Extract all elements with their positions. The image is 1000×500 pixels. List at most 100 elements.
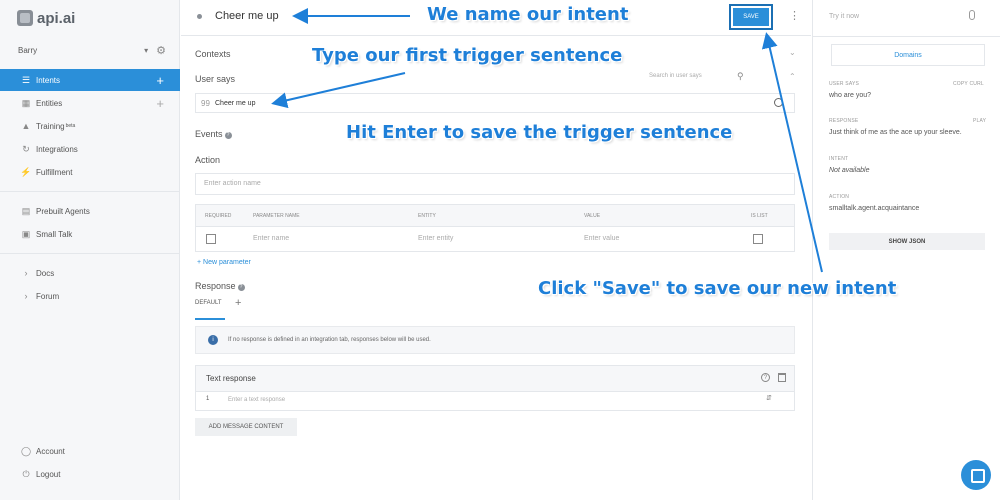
tab-default[interactable]: DEFAULT [195,300,222,306]
reorder-icon[interactable]: ⇵ [766,394,772,402]
account-icon: ◯ [20,445,32,456]
sidebar-item-forum[interactable]: › Forum [0,285,180,307]
intent-editor: Cheer me up SAVE ⋮ Contexts ⌄ User says … [181,0,811,500]
intent-result-label: INTENT [829,156,849,162]
logo-cube-icon [17,10,33,26]
sidebar-item-docs[interactable]: › Docs [0,262,180,284]
help-icon[interactable]: ? [761,373,770,382]
add-message-content-button[interactable]: ADD MESSAGE CONTENT [195,418,297,436]
text-response-title: Text response [206,374,256,383]
sidebar-item-entities[interactable]: ▦ Entities + [0,92,180,114]
prebuilt-icon: ▤ [21,205,31,216]
sidebar: api.ai Barry ▾ ⚙ ☰ Intents + ▦ Entities … [0,0,180,500]
status-dot-icon [197,14,202,19]
tab-underline [195,318,225,320]
logo-text: api.ai [37,9,76,27]
text-response-card: Text response ? 1 Enter a text response … [195,365,795,411]
more-options-icon[interactable]: ⋮ [789,9,800,22]
annotation-save: Click "Save" to save our new intent [538,278,897,299]
sidebar-item-prebuilt-agents[interactable]: ▤ Prebuilt Agents [0,200,180,222]
tab-domains[interactable]: Domains [831,44,985,66]
column-entity: ENTITY [418,213,436,219]
chat-icon: ☰ [21,74,31,85]
response-result: Just think of me as the ace up your slee… [829,129,962,136]
sidebar-item-label: Integrations [36,144,78,154]
sidebar-item-training[interactable]: ▲ Training beta [0,115,180,137]
info-note-text: If no response is defined in an integrat… [228,337,431,343]
text-response-header: Text response ? [196,366,794,392]
gear-icon[interactable]: ⚙ [156,44,166,57]
smalltalk-icon: ▣ [21,228,31,239]
column-parameter-name: PARAMETER NAME [253,213,300,219]
sidebar-item-label: Forum [36,291,60,301]
annotation-trigger: Type our first trigger sentence [312,45,623,66]
sidebar-item-label: Training [36,121,65,131]
microphone-icon[interactable] [969,10,975,20]
try-it-panel: Try it now Domains USER SAYS COPY CURL w… [812,0,1000,500]
column-value: VALUE [584,213,601,219]
entity-input[interactable]: Enter entity [418,235,453,242]
try-it-input[interactable]: Try it now [829,13,859,20]
parameter-name-input[interactable]: Enter name [253,235,289,242]
integrations-icon: ↻ [22,143,30,154]
copy-curl-link[interactable]: COPY CURL [953,81,984,87]
value-input[interactable]: Enter value [584,235,619,242]
annotation-enter: Hit Enter to save the trigger sentence [346,122,733,143]
chevron-down-icon[interactable]: ▾ [144,46,148,55]
info-icon: i [208,335,218,345]
search-user-says-input[interactable]: Search in user says [649,73,702,79]
entities-icon: ▦ [21,97,31,108]
new-parameter-link[interactable]: + New parameter [197,259,251,266]
intent-result: Not available [829,167,870,174]
sidebar-item-label: Entities [36,98,63,108]
agent-name: Barry [18,46,38,55]
sidebar-item-label: Prebuilt Agents [36,206,90,216]
action-result: smalltalk.agent.acquaintance [829,205,920,212]
contexts-label[interactable]: Contexts [195,49,231,59]
agent-selector[interactable]: Barry ▾ ⚙ [18,44,166,57]
action-result-label: ACTION [829,194,850,200]
sidebar-item-logout[interactable]: ⏻ Logout [0,463,180,485]
action-name-input[interactable]: Enter action name [195,173,795,195]
chevron-down-icon[interactable]: ⌄ [789,48,796,57]
save-button[interactable]: SAVE [729,4,773,30]
sidebar-item-integrations[interactable]: ↻ Integrations [0,138,180,160]
sidebar-item-account[interactable]: ◯ Account [0,440,180,462]
phrase-cursor-icon [774,98,783,107]
chat-support-icon[interactable] [961,460,991,490]
show-json-button[interactable]: SHOW JSON [829,233,985,250]
text-response-input[interactable]: Enter a text response [228,397,285,403]
sidebar-item-small-talk[interactable]: ▣ Small Talk [0,223,180,245]
row-index: 1 [206,396,210,402]
search-icon[interactable]: ⚲ [737,71,744,82]
events-label[interactable]: Events? [195,129,232,139]
add-intent-icon[interactable]: + [156,73,164,88]
response-result-label: RESPONSE [829,118,859,124]
sidebar-bottom: ◯ Account ⏻ Logout [0,440,180,486]
user-says-phrase[interactable]: 99 Cheer me up [195,93,795,113]
required-checkbox[interactable] [206,234,216,244]
sidebar-item-fulfillment[interactable]: ⚡ Fulfillment [0,161,180,183]
user-says-result: who are you? [829,92,872,99]
trash-icon[interactable] [778,373,786,382]
phrase-text[interactable]: Cheer me up [215,100,255,107]
parameter-table: REQUIRED PARAMETER NAME ENTITY VALUE IS … [195,204,795,252]
play-link[interactable]: PLAY [973,118,986,124]
add-tab-icon[interactable]: + [235,297,241,309]
sidebar-nav: ☰ Intents + ▦ Entities + ▲ Training beta … [0,69,180,308]
intent-name-input[interactable]: Cheer me up [215,10,279,22]
column-required: REQUIRED [205,213,232,219]
chevron-up-icon[interactable]: ⌃ [789,72,796,81]
is-list-checkbox[interactable] [753,234,763,244]
power-icon: ⏻ [22,468,30,479]
logo[interactable]: api.ai [17,8,75,28]
parameter-table-header: REQUIRED PARAMETER NAME ENTITY VALUE IS … [196,205,794,227]
sidebar-item-intents[interactable]: ☰ Intents + [0,69,180,91]
action-label: Action [195,155,221,165]
divider [0,253,180,254]
quote-icon: 99 [201,98,210,108]
sidebar-item-label: Account [36,446,65,456]
beta-badge: beta [65,123,76,129]
divider [813,36,1000,37]
add-entity-icon[interactable]: + [156,96,164,111]
